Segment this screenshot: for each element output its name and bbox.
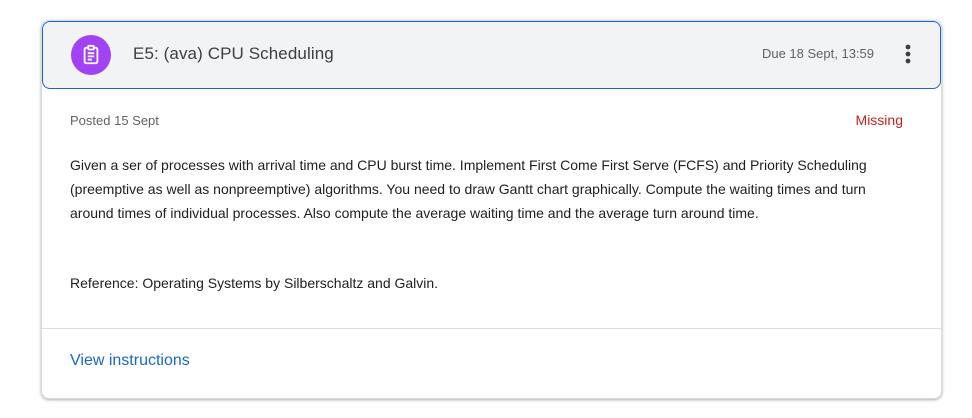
posted-date: Posted 15 Sept xyxy=(70,113,159,128)
assignment-description: Given a ser of processes with arrival ti… xyxy=(70,157,867,221)
more-vert-icon xyxy=(905,44,911,64)
more-options-button[interactable] xyxy=(894,38,922,70)
assignment-body: Posted 15 Sept Missing Given a ser of pr… xyxy=(42,89,941,329)
assignment-reference: Reference: Operating Systems by Silbersc… xyxy=(70,275,439,291)
status-badge: Missing xyxy=(855,112,903,128)
assignment-icon xyxy=(71,35,111,75)
assignment-header[interactable]: E5: (ava) CPU Scheduling Due 18 Sept, 13… xyxy=(42,21,941,89)
due-date: Due 18 Sept, 13:59 xyxy=(761,46,874,61)
assignment-title: E5: (ava) CPU Scheduling xyxy=(133,44,334,63)
divider xyxy=(42,328,941,329)
assignment-card: E5: (ava) CPU Scheduling Due 18 Sept, 13… xyxy=(41,20,942,399)
view-instructions-link[interactable]: View instructions xyxy=(70,352,190,370)
